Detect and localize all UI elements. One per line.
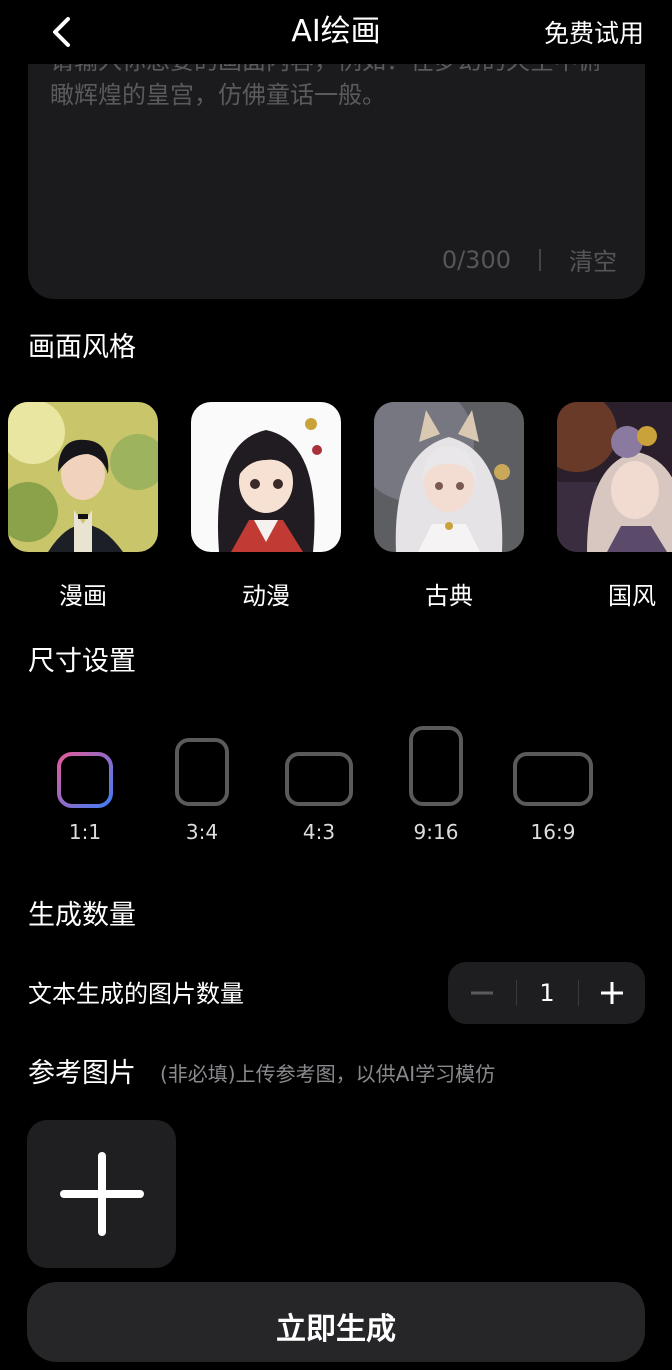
style-thumbnail [191, 402, 341, 552]
size-option-3-4[interactable]: 3:4 [147, 724, 257, 854]
style-thumbnail [8, 402, 158, 552]
size-label: 3:4 [185, 820, 219, 844]
prompt-footer: 0/300 清空 [442, 242, 617, 277]
plus-icon [600, 982, 623, 1004]
size-label: 4:3 [302, 820, 336, 844]
top-bar: AI绘画 免费试用 [0, 0, 672, 64]
style-thumbnail [374, 402, 524, 552]
size-option-4-3[interactable]: 4:3 [264, 724, 374, 854]
reference-hint: (非必填)上传参考图，以供AI学习模仿 [160, 1062, 496, 1086]
clear-button[interactable]: 清空 [569, 242, 617, 277]
generate-button[interactable]: 立即生成 [27, 1282, 645, 1362]
quantity-value: 1 [539, 979, 555, 1007]
style-thumbnail [557, 402, 672, 552]
minus-icon [471, 991, 493, 995]
style-section-title: 画面风格 [28, 332, 136, 363]
reference-section-title: 参考图片 [28, 1058, 136, 1089]
ratio-1-1-icon [57, 752, 113, 808]
size-option-9-16[interactable]: 9:16 [381, 724, 491, 854]
quantity-stepper: 1 [448, 962, 645, 1024]
ratio-3-4-icon [175, 738, 229, 806]
ratio-4-3-icon [285, 752, 353, 806]
free-trial-button[interactable]: 免费试用 [544, 14, 644, 54]
ratio-9-16-icon [409, 726, 463, 806]
quantity-section-title: 生成数量 [28, 900, 136, 931]
style-option-dongman[interactable]: 动漫 [191, 402, 341, 612]
size-label: 9:16 [413, 820, 459, 844]
size-label: 16:9 [530, 820, 576, 844]
decrement-button[interactable] [448, 962, 516, 1024]
size-option-16-9[interactable]: 16:9 [498, 724, 608, 854]
style-option-manhua[interactable]: 漫画 [8, 402, 158, 612]
ratio-16-9-icon [513, 752, 593, 806]
upload-reference-button[interactable] [27, 1120, 176, 1268]
increment-button[interactable] [578, 962, 645, 1024]
size-section-title: 尺寸设置 [28, 646, 136, 677]
size-label: 1:1 [68, 820, 102, 844]
style-label: 国风 [608, 582, 656, 610]
style-option-guofeng[interactable]: 国风 [557, 402, 672, 612]
char-counter: 0/300 [441, 245, 511, 274]
footer-divider [539, 248, 541, 271]
quantity-label: 文本生成的图片数量 [28, 980, 244, 1008]
style-label: 漫画 [59, 582, 107, 610]
style-carousel[interactable]: 漫画 动漫 古典 国风 [0, 402, 672, 622]
plus-icon [59, 1152, 144, 1236]
size-option-1-1[interactable]: 1:1 [30, 724, 140, 854]
style-label: 古典 [425, 582, 473, 610]
style-option-gudian[interactable]: 古典 [374, 402, 524, 612]
style-label: 动漫 [242, 582, 290, 610]
